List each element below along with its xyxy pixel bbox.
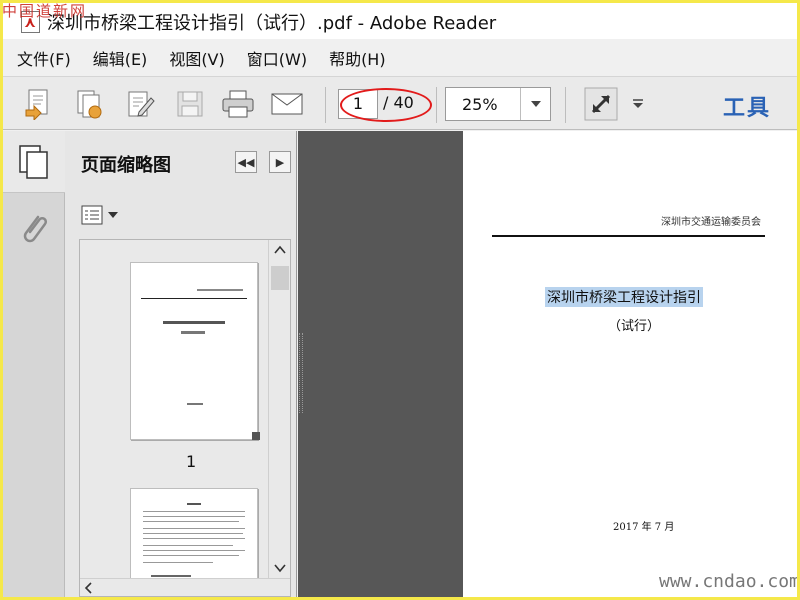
thumbnail-list[interactable]: 1 xyxy=(79,239,291,597)
scroll-left-icon[interactable] xyxy=(80,579,98,597)
menu-help[interactable]: 帮助(H) xyxy=(329,46,386,70)
site-watermark: www.cndao.com xyxy=(659,571,797,592)
collapse-panel-icon[interactable]: ◀◀ xyxy=(235,151,257,173)
thumbnail-page-label: 1 xyxy=(186,452,197,471)
document-header: 深圳市交通运输委员会 xyxy=(661,217,761,228)
chevron-down-icon[interactable] xyxy=(520,88,550,120)
toolbar-overflow-icon[interactable] xyxy=(631,86,645,122)
zoom-value: 25% xyxy=(462,95,498,114)
document-date: 2017 年 7 月 xyxy=(613,522,675,533)
panel-splitter[interactable] xyxy=(299,333,303,413)
site-logo-watermark: 中国道新网 xyxy=(2,2,88,20)
scrollbar-thumb[interactable] xyxy=(271,266,289,290)
thumbnails-panel: 页面缩略图 ◀◀ ▶ 1 xyxy=(65,131,297,597)
document-background xyxy=(298,131,463,597)
title-bar: ⋏ 深圳市桥梁工程设计指引（试行）.pdf - Adobe Reader xyxy=(3,3,797,39)
zoom-select[interactable]: 25% xyxy=(445,87,551,121)
document-page: 深圳市交通运输委员会 深圳市桥梁工程设计指引 （试行） 2017 年 7 月 w… xyxy=(463,131,797,597)
combine-icon[interactable] xyxy=(71,86,107,122)
app-window: ⋏ 深圳市桥梁工程设计指引（试行）.pdf - Adobe Reader 文件(… xyxy=(3,3,797,597)
chevron-down-icon xyxy=(108,212,118,218)
toolbar-separator xyxy=(436,87,437,123)
edit-icon[interactable] xyxy=(122,86,158,122)
thumbnail-resize-handle[interactable] xyxy=(252,432,260,440)
menu-window[interactable]: 窗口(W) xyxy=(247,46,307,70)
expand-panel-icon[interactable]: ▶ xyxy=(269,151,291,173)
tools-button[interactable]: 工具 xyxy=(723,90,771,122)
document-title[interactable]: 深圳市桥梁工程设计指引 xyxy=(545,287,703,307)
toolbar-separator xyxy=(325,87,326,123)
attachment-icon[interactable] xyxy=(19,211,49,251)
scroll-up-icon[interactable] xyxy=(269,240,291,260)
menu-file[interactable]: 文件(F) xyxy=(17,46,71,70)
navigation-strip xyxy=(3,131,65,597)
menu-view[interactable]: 视图(V) xyxy=(169,46,224,70)
list-options-icon xyxy=(81,205,103,225)
thumbnail-scrollbar[interactable] xyxy=(268,240,290,578)
annotation-circle xyxy=(340,88,432,122)
fit-page-icon[interactable] xyxy=(583,86,619,122)
create-pdf-icon[interactable] xyxy=(21,86,57,122)
print-icon[interactable] xyxy=(220,86,256,122)
toolbar-separator xyxy=(565,87,566,123)
header-rule xyxy=(492,235,765,237)
horizontal-scrollbar[interactable] xyxy=(80,578,290,597)
email-icon[interactable] xyxy=(269,86,305,122)
window-title: 深圳市桥梁工程设计指引（试行）.pdf - Adobe Reader xyxy=(47,13,497,34)
options-menu[interactable] xyxy=(81,205,118,225)
menu-bar: 文件(F) 编辑(E) 视图(V) 窗口(W) 帮助(H) xyxy=(3,41,797,75)
document-subtitle: （试行） xyxy=(608,319,661,334)
save-icon[interactable] xyxy=(172,86,208,122)
scroll-down-icon[interactable] xyxy=(269,558,291,578)
page-thumbnails-icon[interactable] xyxy=(3,131,65,193)
toolbar: 1 / 40 25% 工具 xyxy=(3,76,797,130)
menu-edit[interactable]: 编辑(E) xyxy=(93,46,148,70)
page-thumbnail[interactable] xyxy=(130,262,258,440)
panel-title: 页面缩略图 xyxy=(81,155,171,176)
